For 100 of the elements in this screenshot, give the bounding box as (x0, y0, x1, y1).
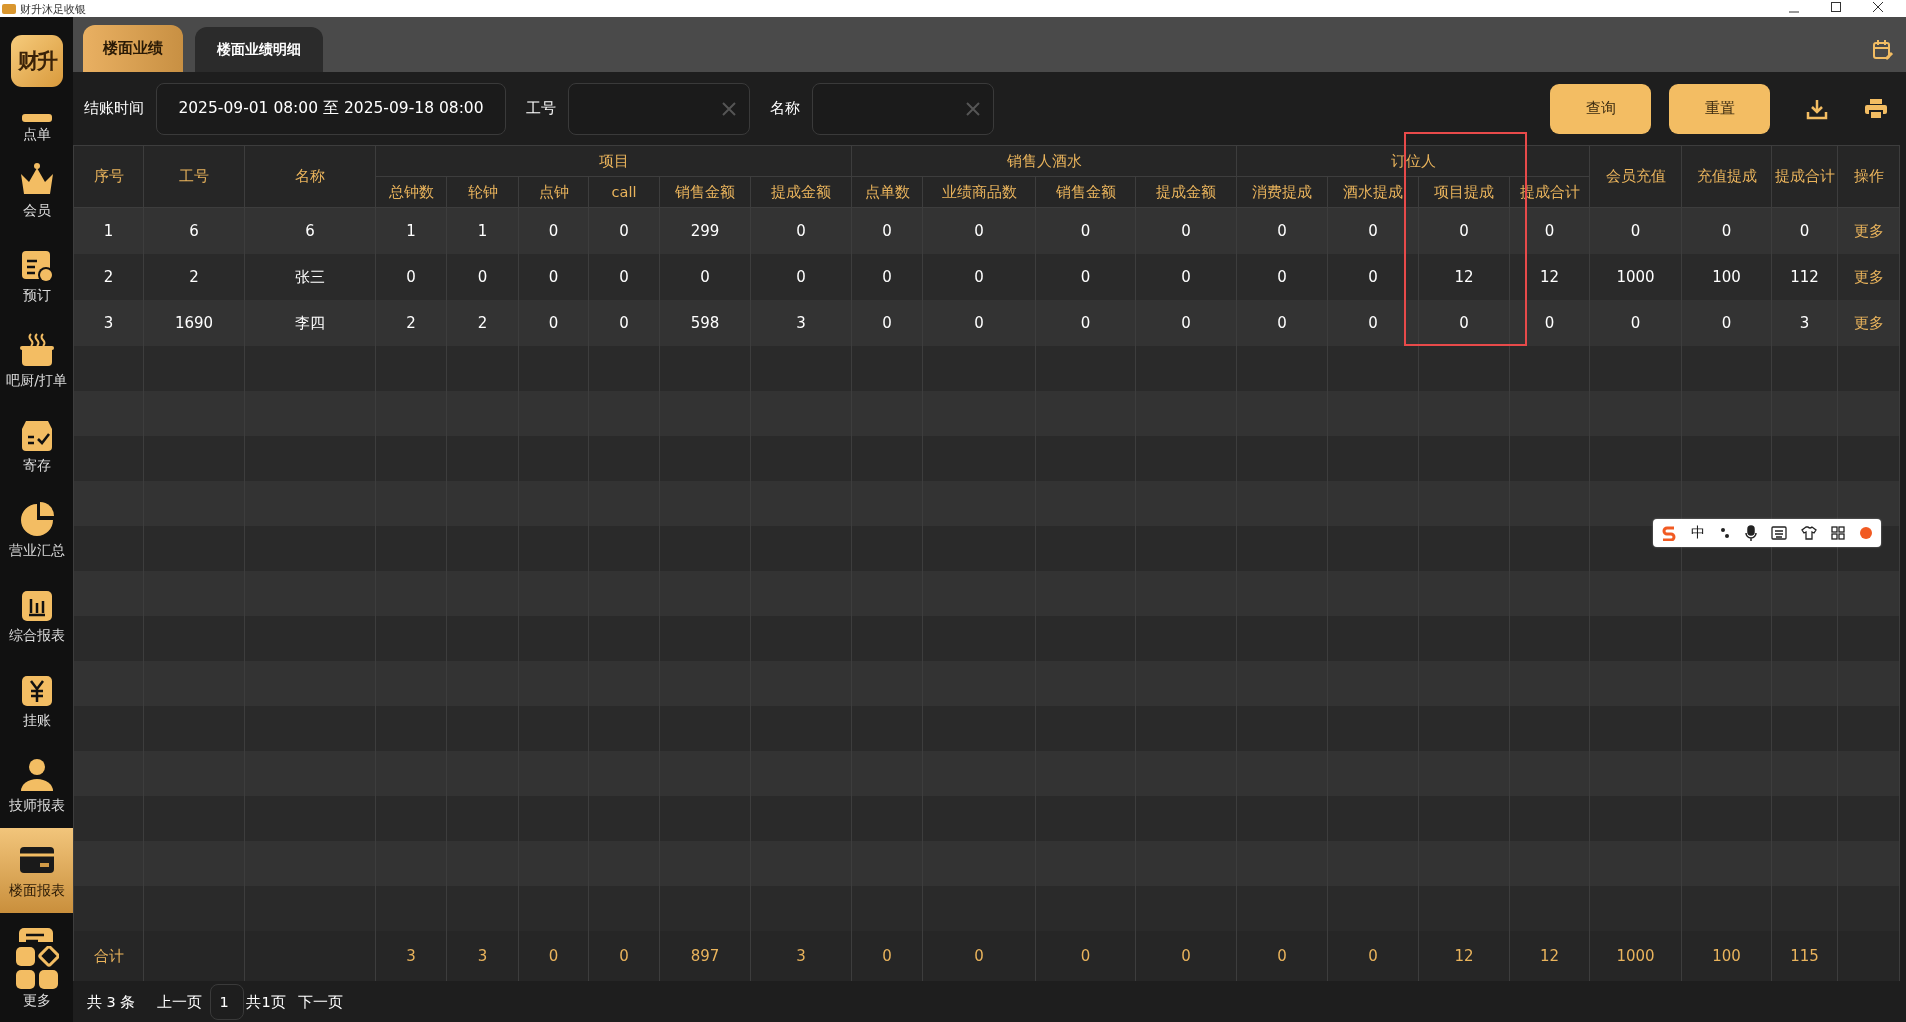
column-header: 点钟 (518, 176, 589, 208)
keyboard-icon[interactable] (1771, 526, 1787, 540)
table-cell: 0 (1509, 207, 1590, 254)
download-icon[interactable] (1806, 97, 1828, 120)
column-header: 提成金额 (1135, 176, 1237, 208)
column-header: 工号 (143, 145, 245, 208)
table-cell: 0 (1327, 207, 1419, 254)
page-input[interactable]: 1 (210, 984, 245, 1020)
table-cell: 1690 (143, 300, 245, 346)
sidebar-item[interactable]: 寄存 (0, 403, 73, 488)
column-header: 销售金额 (659, 176, 751, 208)
table-cell: 0 (375, 254, 447, 300)
table-cell: 1000 (1589, 931, 1682, 981)
table-cell: 0 (922, 207, 1036, 254)
table-cell: 0 (1327, 931, 1419, 981)
table-cell: 0 (1236, 254, 1328, 300)
column-header: 总钟数 (375, 176, 447, 208)
table-cell: 3 (1771, 300, 1838, 346)
next-page-link[interactable]: 下一页 (297, 992, 343, 1012)
maximize-icon[interactable] (1830, 1, 1842, 13)
table-cell: 0 (750, 254, 852, 300)
table-cell: 0 (851, 931, 923, 981)
table-cell: 0 (518, 300, 589, 346)
table-cell: 0 (750, 207, 852, 254)
table-cell: 598 (659, 300, 751, 346)
sidebar-item[interactable]: 综合报表 (0, 573, 73, 658)
table-cell: 3 (73, 300, 144, 346)
table-cell: 0 (922, 931, 1036, 981)
column-header: 充值提成 (1681, 145, 1772, 208)
record-count: 共 3 条 (87, 992, 136, 1012)
table-cell: 0 (588, 931, 660, 981)
page-total: 共1页 (246, 992, 286, 1012)
table-cell: 1000 (1589, 254, 1682, 300)
print-icon[interactable] (1864, 97, 1888, 120)
table-cell: 0 (1681, 207, 1772, 254)
column-header: 操作 (1837, 145, 1900, 208)
column-header: 会员充值 (1589, 145, 1682, 208)
date-range-field[interactable]: 2025-09-01 08:00 至 2025-09-18 08:00 (156, 82, 506, 135)
table-cell: 0 (1135, 931, 1237, 981)
table-cell: 0 (1418, 207, 1510, 254)
tab[interactable]: 楼面业绩 (83, 25, 183, 72)
sidebar-item[interactable]: 营业汇总 (0, 488, 73, 573)
table-cell: 1 (73, 207, 144, 254)
table-cell: 李四 (244, 300, 376, 346)
grid-icon[interactable] (1831, 526, 1845, 540)
date-label: 结账时间 (84, 99, 144, 118)
calendar-edit-icon[interactable] (1872, 39, 1894, 61)
column-header: 名称 (244, 145, 376, 208)
table-cell: 2 (73, 254, 144, 300)
table-cell: 0 (851, 254, 923, 300)
app-logo: 财升 (10, 35, 63, 87)
table-cell: 6 (143, 207, 245, 254)
microphone-icon[interactable] (1745, 525, 1757, 541)
table-cell: 0 (1236, 931, 1328, 981)
table-cell: 0 (446, 254, 519, 300)
shirt-icon[interactable] (1801, 526, 1817, 540)
sidebar-item[interactable]: 预订 (0, 233, 73, 318)
table-cell: 3 (375, 931, 447, 981)
table-cell: 0 (1035, 300, 1136, 346)
sidebar-item[interactable]: 技师报表 (0, 743, 73, 828)
table-cell: 100 (1681, 931, 1772, 981)
table-cell: 2 (143, 254, 245, 300)
input-field[interactable] (568, 82, 750, 135)
table-cell: 0 (851, 207, 923, 254)
table-cell: 3 (750, 300, 852, 346)
more-link[interactable]: 更多 (1853, 221, 1884, 240)
table-cell: 0 (1236, 207, 1328, 254)
prev-page-link[interactable]: 上一页 (157, 992, 203, 1012)
column-header: call (588, 176, 660, 208)
query-button[interactable]: 查询 (1550, 83, 1651, 134)
sidebar-item[interactable]: 点单 (0, 100, 73, 148)
sidebar-item[interactable]: 会员 (0, 148, 73, 233)
sidebar-item[interactable]: 挂账 (0, 658, 73, 743)
column-group-header: 销售人酒水 (851, 145, 1237, 177)
table-cell: 0 (1327, 300, 1419, 346)
table-cell: 0 (1135, 254, 1237, 300)
column-header: 业绩商品数 (922, 176, 1036, 208)
table-cell: 115 (1771, 931, 1838, 981)
column-header: 序号 (73, 145, 144, 208)
column-header: 提成合计 (1771, 145, 1838, 208)
table-cell: 299 (659, 207, 751, 254)
table-cell: 0 (518, 207, 589, 254)
table-cell: 3 (750, 931, 852, 981)
table-cell: 0 (1418, 300, 1510, 346)
input-field[interactable] (812, 82, 994, 135)
close-icon[interactable] (1872, 1, 1884, 13)
sidebar-item[interactable]: 楼面报表 (0, 828, 73, 913)
s-logo-icon[interactable] (1661, 525, 1677, 541)
table-cell: 0 (588, 254, 660, 300)
column-group-header: 项目 (375, 145, 852, 177)
apps-icon (14, 946, 59, 990)
reset-button[interactable]: 重置 (1669, 83, 1770, 134)
tab[interactable]: 楼面业绩明细 (195, 27, 323, 72)
punctuation-icon[interactable] (1719, 526, 1731, 540)
input-mode-toggle[interactable]: 中 (1691, 524, 1705, 542)
table-cell: 0 (1589, 300, 1682, 346)
table-cell: 0 (1509, 300, 1590, 346)
table-cell: 0 (1236, 300, 1328, 346)
sidebar-item[interactable]: 吧厨/打单 (0, 318, 73, 403)
table-cell: 3 (446, 931, 519, 981)
